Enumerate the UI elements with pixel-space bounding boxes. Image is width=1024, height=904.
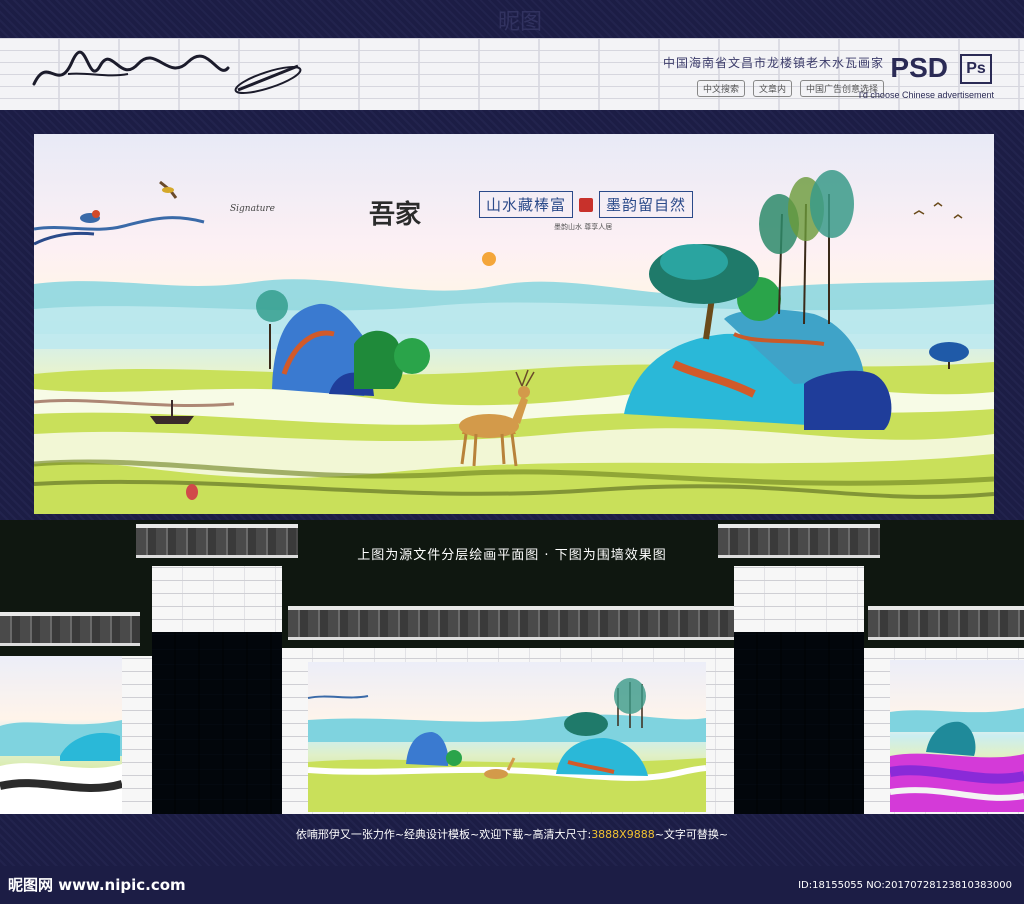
wall-plain-left: [122, 656, 152, 814]
painting-slogan-2: 墨韵留自然: [599, 191, 694, 218]
painting-slogan: 山水藏棒富: [479, 191, 574, 218]
signature-logo: [32, 50, 302, 94]
pillar-roof-right: [718, 524, 880, 558]
wall-roof-left: [0, 612, 140, 646]
wall-mini-center: [308, 662, 706, 812]
pillar-stone-right: [734, 632, 864, 814]
psd-label: PSD: [890, 52, 948, 83]
pillar-top-left: [152, 566, 282, 632]
painting-title-block: 吾家: [369, 194, 421, 231]
row-item-article[interactable]: 文章内: [752, 80, 792, 97]
pillar-stone-left: [152, 632, 282, 814]
site-logo[interactable]: 昵图网 www.nipic.com: [8, 874, 186, 895]
caption-bottom-prefix: 依喃邢伊又一张力作~经典设计模板~欢迎下载~高清大尺寸:: [295, 828, 592, 841]
pillar-roof-left: [136, 524, 298, 558]
painting-slogan-box: 山水藏棒富 墨韵留自然: [479, 191, 694, 218]
wall-mini-right: [890, 660, 1024, 812]
caption-bottom-suffix: ~文字可替换~: [654, 828, 729, 841]
mini-right-art: [890, 708, 1024, 812]
mini-left-art: [0, 720, 122, 814]
landscape-painting: Signature 吾家 山水藏棒富 墨韵留自然 墨韵山水 尊享人居: [34, 134, 994, 514]
row-item-search[interactable]: 中文搜索: [696, 80, 745, 97]
caption-bottom: 依喃邢伊又一张力作~经典设计模板~欢迎下载~高清大尺寸:3888X9888~文字…: [0, 826, 1024, 842]
top-right-title: 中国海南省文昌市龙楼镇老木水瓦画家: [662, 56, 884, 70]
mini-center-art: [308, 678, 706, 812]
red-seal-icon: [579, 197, 594, 212]
painting-brand: Signature: [230, 204, 276, 214]
pillar-top-right: [734, 566, 864, 632]
painting-slogan-sub: 墨韵山水 尊享人居: [554, 223, 613, 231]
wall-mini-left: [0, 656, 122, 814]
photoshop-icon: Ps: [960, 54, 992, 84]
painting-title: 吾家: [369, 200, 422, 230]
psd-subtitle: I'd choose Chinese advertisement: [858, 90, 994, 100]
image-id: ID:18155055 NO:20170728123810383000: [798, 880, 1012, 891]
wall-roof-right: [868, 606, 1024, 640]
top-right-row: 中文搜索 文章内 中国广告创意选择: [696, 80, 884, 97]
caption-bottom-size: 3888X9888: [591, 828, 655, 841]
top-watermark: 昵图: [497, 10, 542, 35]
wall-roof-center: [288, 606, 734, 640]
